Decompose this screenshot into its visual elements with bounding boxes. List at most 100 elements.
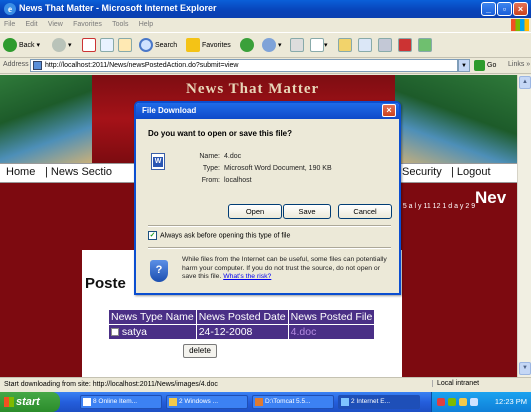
task-label: 2 Internet E... [351,398,391,405]
flag-tool-button[interactable] [398,38,412,54]
file-download-dialog: File Download × Do you want to open or s… [134,101,401,295]
scroll-up-arrow-icon[interactable]: ▲ [519,76,531,89]
minimize-button[interactable]: _ [481,2,496,16]
row-checkbox[interactable] [111,328,119,337]
scroll-down-arrow-icon[interactable]: ▼ [519,362,531,375]
refresh-button[interactable] [100,38,114,54]
search-label: Search [155,42,178,49]
tray-icon-4[interactable] [470,398,478,406]
edit-icon [310,38,324,53]
edit-button[interactable]: ▾ [310,38,328,54]
open-button[interactable]: Open [228,204,282,219]
tray-icon-2[interactable] [448,398,456,406]
taskbar-item-ie[interactable]: 2 Internet E... [338,395,420,409]
search-icon [139,38,153,53]
print-icon [290,38,304,53]
forward-arrow-icon [52,38,66,53]
table-cell-type: satya [108,324,197,340]
save-button[interactable]: Save [283,204,331,219]
nav-news-section-link[interactable]: | News Sectio [45,166,112,178]
taskbar-item-tomcat[interactable]: D:\Tomcat 5.5... [252,395,334,409]
window-title: News That Matter - Microsoft Internet Ex… [19,3,217,13]
dialog-question: Do you want to open or save this file? [148,129,293,138]
col-news-posted-date: News Posted Date [195,309,289,325]
menu-file[interactable]: File [4,18,15,32]
vertical-scrollbar[interactable]: ▲ ▼ [517,75,531,377]
mail-button[interactable]: ▾ [262,38,282,54]
dialog-title: File Download [142,106,197,115]
go-label: Go [487,62,497,69]
nav-home-link[interactable]: Home [6,166,35,178]
address-input[interactable]: http://localhost:2011/News/newsPostedAct… [30,59,458,72]
taskbar-item-online[interactable]: 8 Online Item... [80,395,162,409]
research-button[interactable] [358,38,372,54]
cancel-button[interactable]: Cancel [338,204,392,219]
menu-help[interactable]: Help [139,18,153,32]
messenger-button[interactable] [378,38,392,54]
window-titlebar: e News That Matter - Microsoft Internet … [0,0,531,18]
stop-icon [82,38,96,53]
flag-tool-icon [398,38,412,53]
file-type-value: Microsoft Word Document, 190 KB [224,165,332,172]
menu-edit[interactable]: Edit [26,18,38,32]
task-label: D:\Tomcat 5.5... [265,398,311,405]
file-type-label: Type: [202,165,220,172]
always-ask-checkbox[interactable]: ✓ [148,231,157,240]
stop-button[interactable] [82,38,96,54]
table-cell-date: 24-12-2008 [195,324,289,340]
links-button[interactable]: Links » [508,61,530,68]
extra-tool-button[interactable] [418,38,432,54]
taskbar-item-windows[interactable]: 2 Windows ... [166,395,248,409]
tray-icon-1[interactable] [437,398,445,406]
clock-widget: e 5 a l y 11 12 1 d a y 2 9 [397,203,476,210]
taskbar: start 8 Online Item... 2 Windows ... D:\… [0,392,531,412]
table-cell-file-link[interactable]: 4.doc [287,324,376,340]
print-button[interactable] [290,38,304,54]
clock-time: 12:23 PM [494,397,527,406]
file-from-label: From: [201,177,220,184]
address-label: Address [3,61,29,68]
discuss-button[interactable] [338,38,352,54]
favorites-label: Favorites [202,42,231,49]
windows-flag-icon [511,19,529,31]
home-button[interactable] [118,38,132,54]
search-button[interactable]: Search [139,38,177,54]
file-name-value: 4.doc [224,153,242,160]
dialog-separator-2 [148,247,391,249]
back-label: Back [19,42,35,49]
whats-the-risk-link[interactable]: What's the risk? [223,273,271,280]
delete-button[interactable]: delete [183,344,217,358]
star-icon [186,38,200,53]
news-heading: Nev [475,188,507,207]
tray-icon-3[interactable] [459,398,467,406]
home-icon [118,38,132,53]
toolbar: Back ▾ ▾ Search Favorites ▾ ▾ [0,32,531,58]
dialog-separator [148,225,391,227]
nav-logout-link[interactable]: | Logout [451,166,491,178]
nav-security-link[interactable]: Security [402,166,442,178]
history-button[interactable] [240,38,256,54]
file-name-row: Name: 4.doc [192,153,241,160]
file-from-value: localhost [224,177,252,184]
file-type-row: Type: Microsoft Word Document, 190 KB [192,165,332,172]
dialog-close-button[interactable]: × [382,104,396,117]
menu-favorites[interactable]: Favorites [73,18,102,32]
address-dropdown-button[interactable]: ▼ [458,59,470,72]
start-button[interactable]: start [0,392,60,412]
always-ask-row[interactable]: ✓ Always ask before opening this type of … [148,231,290,240]
refresh-icon [100,38,114,53]
back-button[interactable]: Back ▾ [3,38,40,54]
go-button[interactable]: Go [474,59,496,72]
favorites-button[interactable]: Favorites [186,38,231,54]
menu-view[interactable]: View [48,18,63,32]
maximize-button[interactable]: ▫ [497,2,512,16]
forward-button[interactable]: ▾ [52,38,72,54]
close-window-button[interactable]: × [513,2,528,16]
folder-icon [169,398,177,406]
menu-tools[interactable]: Tools [112,18,128,32]
palm-right-image [395,75,517,163]
warning-body: While files from the Internet can be use… [182,256,387,280]
site-title: News That Matter [186,81,320,97]
tomcat-icon [255,398,263,406]
system-tray: 12:23 PM [431,392,531,412]
